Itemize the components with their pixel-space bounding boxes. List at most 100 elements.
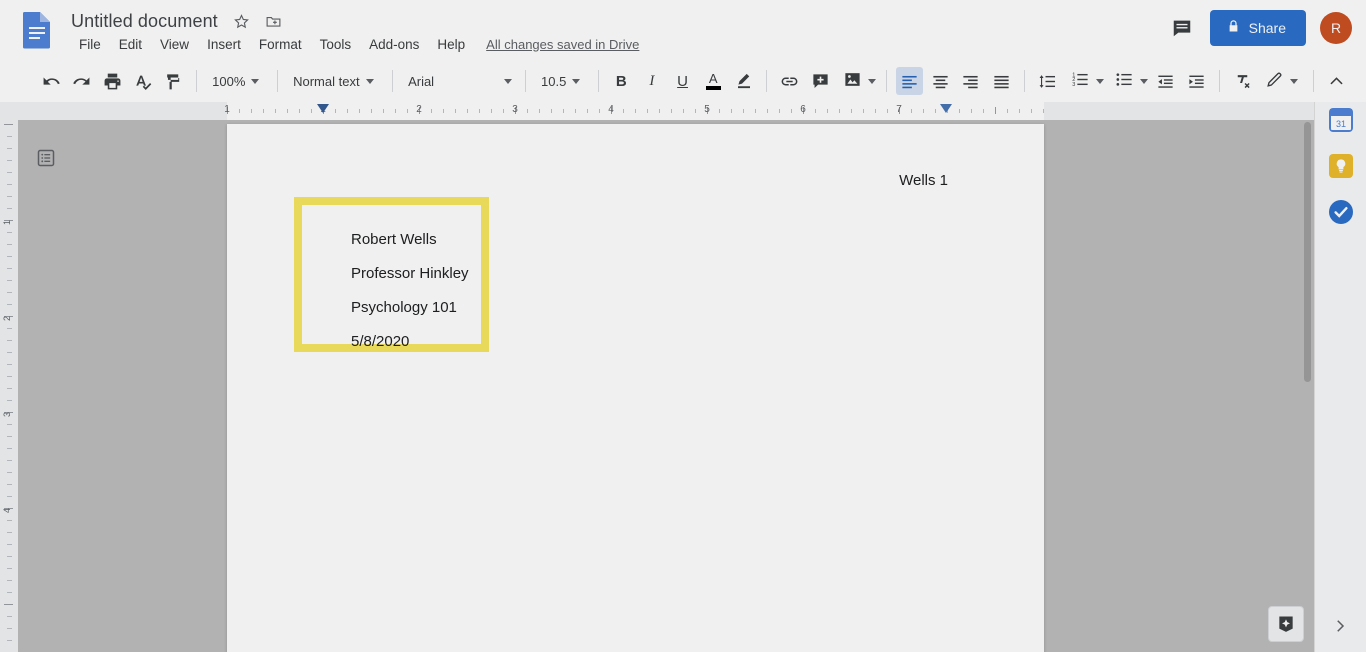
insert-link-icon[interactable] [776,67,803,95]
ruler-tick [7,172,12,173]
google-tasks-icon[interactable] [1328,200,1353,224]
paragraph-style-select[interactable]: Normal text [285,67,385,95]
ruler-tick [7,400,12,401]
chevron-down-icon [1139,78,1148,84]
decrease-indent-icon[interactable] [1153,67,1180,95]
bulleted-list-button[interactable] [1107,67,1151,95]
ruler-tick [371,109,372,113]
collapse-toolbar-chevron-up-icon[interactable] [1323,67,1350,95]
document-canvas[interactable]: Wells 1 Robert Wells Professor Hinkley P… [18,120,1314,652]
paint-format-icon[interactable] [161,67,188,95]
undo-icon[interactable] [38,67,65,95]
avatar[interactable]: R [1320,12,1352,44]
ruler-tick [551,109,552,113]
align-center-icon[interactable] [927,67,954,95]
ruler-number: 4 [608,104,614,115]
chevron-down-icon [1095,78,1104,84]
doc-line-date[interactable]: 5/8/2020 [351,333,409,350]
ruler-tick [683,109,684,113]
ruler-tick [743,109,744,113]
google-keep-icon[interactable] [1328,154,1353,178]
ruler-tick [875,109,876,113]
explore-button[interactable] [1268,606,1304,642]
menu-insert[interactable]: Insert [198,35,250,54]
ruler-tick [995,107,996,114]
ruler-tick [431,109,432,113]
edit-mode-pencil-icon [1265,70,1284,92]
show-document-outline-icon[interactable] [32,144,60,172]
comment-history-icon[interactable] [1168,14,1196,42]
insert-image-button[interactable] [835,67,879,95]
left-indent-marker[interactable] [317,104,329,113]
menu-format[interactable]: Format [250,35,311,54]
ruler-tick [7,580,12,581]
ruler-tick [299,109,300,113]
align-justify-icon[interactable] [988,67,1015,95]
add-comment-icon[interactable] [807,67,834,95]
ruler-tick [7,328,12,329]
chevron-down-icon [868,78,877,84]
document-page[interactable]: Wells 1 Robert Wells Professor Hinkley P… [227,124,1044,652]
line-spacing-icon[interactable] [1034,67,1061,95]
ruler-tick [7,436,12,437]
font-size-select[interactable]: 10.5 [533,67,591,95]
increase-indent-icon[interactable] [1183,67,1210,95]
google-docs-logo-icon[interactable] [20,11,54,49]
highlight-color-icon[interactable] [731,67,758,95]
numbered-list-button[interactable]: 123 [1063,67,1107,95]
doc-line-instructor[interactable]: Professor Hinkley [351,265,469,282]
toolbar-divider [1218,70,1220,92]
save-status-link[interactable]: All changes saved in Drive [486,37,639,52]
star-icon[interactable] [231,10,253,32]
vertical-scrollbar-thumb[interactable] [1304,122,1311,382]
zoom-select[interactable]: 100% [204,67,270,95]
vertical-ruler[interactable]: 1 2 3 4 [0,120,18,652]
toolbar-divider [1313,70,1315,92]
toolbar-divider [766,70,768,92]
text-color-button[interactable]: A [700,67,727,95]
font-family-select[interactable]: Arial [400,67,518,95]
align-left-icon[interactable] [896,67,923,95]
menu-help[interactable]: Help [428,35,474,54]
bold-button[interactable]: B [608,67,635,95]
ruler-tick [7,616,12,617]
google-calendar-icon[interactable]: 31 [1328,108,1353,132]
page-header-text[interactable]: Wells 1 [899,172,948,189]
spellcheck-icon[interactable] [130,67,157,95]
ruler-tick [815,109,816,113]
ruler-number: 3 [512,104,518,115]
ruler-tick [383,109,384,113]
menu-tools[interactable]: Tools [311,35,361,54]
ruler-tick [7,364,12,365]
ruler-tick [479,109,480,113]
ruler-tick [335,109,336,113]
edit-mode-button[interactable] [1257,67,1304,95]
underline-button[interactable]: U [669,67,696,95]
share-button[interactable]: Share [1209,10,1306,46]
align-right-icon[interactable] [958,67,985,95]
menu-edit[interactable]: Edit [110,35,151,54]
menu-addons[interactable]: Add-ons [360,35,428,54]
document-title[interactable]: Untitled document [68,10,221,33]
horizontal-ruler[interactable]: 12345671 [0,102,1366,120]
highlighted-text-block[interactable]: Robert Wells Professor Hinkley Psycholog… [294,197,489,352]
ruler-tick [7,460,12,461]
vertical-scrollbar[interactable] [1300,120,1314,652]
menu-file[interactable]: File [70,35,110,54]
ruler-tick [4,604,13,605]
redo-icon[interactable] [69,67,96,95]
ruler-tick [971,109,972,113]
doc-line-author[interactable]: Robert Wells [351,231,437,248]
doc-line-course[interactable]: Psychology 101 [351,299,457,316]
clear-formatting-icon[interactable] [1229,67,1256,95]
ruler-tick [779,109,780,113]
italic-button[interactable]: I [639,67,666,95]
ruler-tick [7,136,12,137]
expand-side-panel-chevron-right-icon[interactable] [1324,610,1356,642]
ruler-tick [7,304,12,305]
menu-view[interactable]: View [151,35,198,54]
move-to-folder-icon[interactable] [263,10,285,32]
print-icon[interactable] [99,67,126,95]
right-indent-marker[interactable] [940,104,952,113]
chevron-down-icon [251,78,260,84]
